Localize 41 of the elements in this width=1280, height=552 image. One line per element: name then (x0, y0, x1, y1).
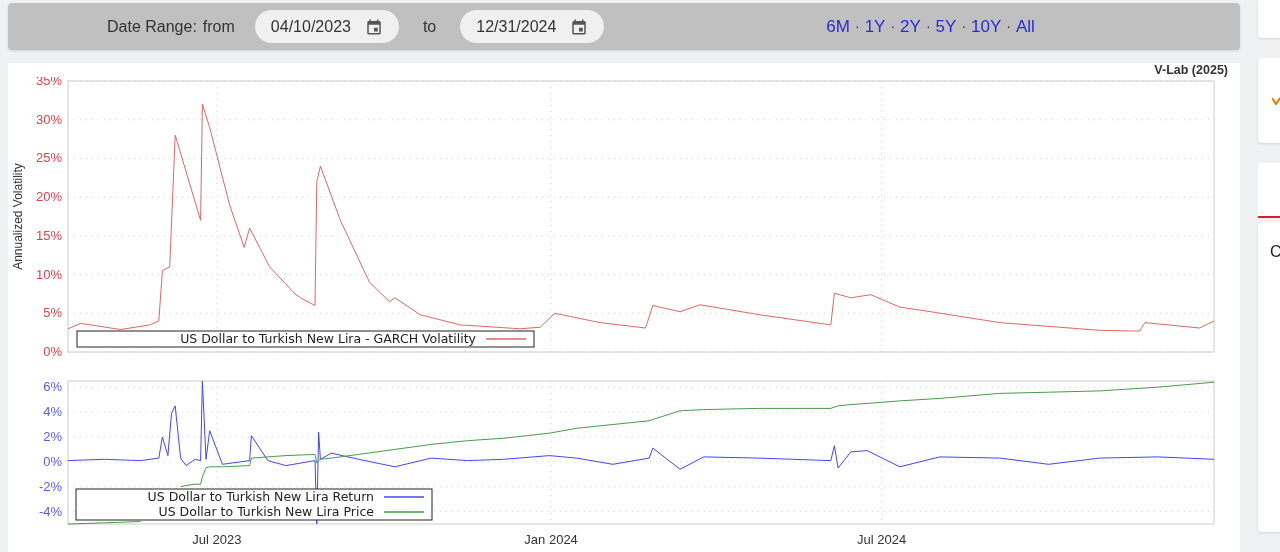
axis-tick-label: 10% (35, 266, 62, 282)
from-label: from (202, 16, 235, 37)
axis-tick-label: 5% (43, 305, 62, 321)
credit-label: V-Lab (2025) (1154, 63, 1228, 77)
axis-tick-label: 20% (35, 189, 62, 205)
date-range-label: Date Range: (107, 16, 197, 37)
axis-tick-label: 6% (43, 379, 62, 395)
axis-tick-label: 0% (43, 344, 62, 359)
caret-icon (1272, 96, 1280, 105)
axis-tick-label: Jul 2023 (192, 532, 242, 547)
range-link[interactable]: 10Y (971, 13, 1002, 40)
axis-tick-label: 15% (35, 227, 62, 243)
axis-tick-label: 25% (35, 150, 62, 166)
separator: · (1006, 17, 1011, 36)
axis-tick-label: 30% (35, 111, 62, 127)
axis-tick-label: -2% (38, 478, 62, 494)
calendar-icon[interactable] (364, 17, 383, 36)
axis-tick-label: -4% (38, 503, 62, 519)
range-link[interactable]: 6M (826, 13, 850, 40)
axis-tick-label: 4% (43, 404, 62, 420)
to-label: to (422, 16, 437, 37)
range-link[interactable]: All (1015, 13, 1035, 40)
range-link[interactable]: 5Y (935, 13, 957, 40)
separator: · (925, 17, 931, 36)
axis-label: Annualized Volatility (11, 163, 25, 270)
axis-tick-label: Jul 2024 (857, 532, 907, 547)
range-link[interactable]: 2Y (900, 13, 921, 40)
side-card (1258, 0, 1280, 38)
range-link[interactable]: 1Y (864, 13, 886, 40)
from-date-field[interactable]: 04/10/2023 (254, 10, 399, 43)
axis-tick-label: Jan 2024 (524, 532, 578, 547)
to-date-field[interactable]: 12/31/2024 (460, 10, 605, 43)
separator: · (961, 17, 967, 36)
legend-label: US Dollar to Turkish New Lira Price (158, 504, 374, 519)
legend-label: US Dollar to Turkish New Lira Return (147, 489, 374, 504)
legend-label: US Dollar to Turkish New Lira - GARCH Volatility (180, 331, 476, 346)
separator: · (890, 17, 896, 36)
axis-tick-label: 2% (43, 428, 62, 444)
separator: · (854, 17, 860, 36)
axis-tick-label: 0% (43, 453, 62, 469)
calendar-icon[interactable] (570, 17, 589, 36)
